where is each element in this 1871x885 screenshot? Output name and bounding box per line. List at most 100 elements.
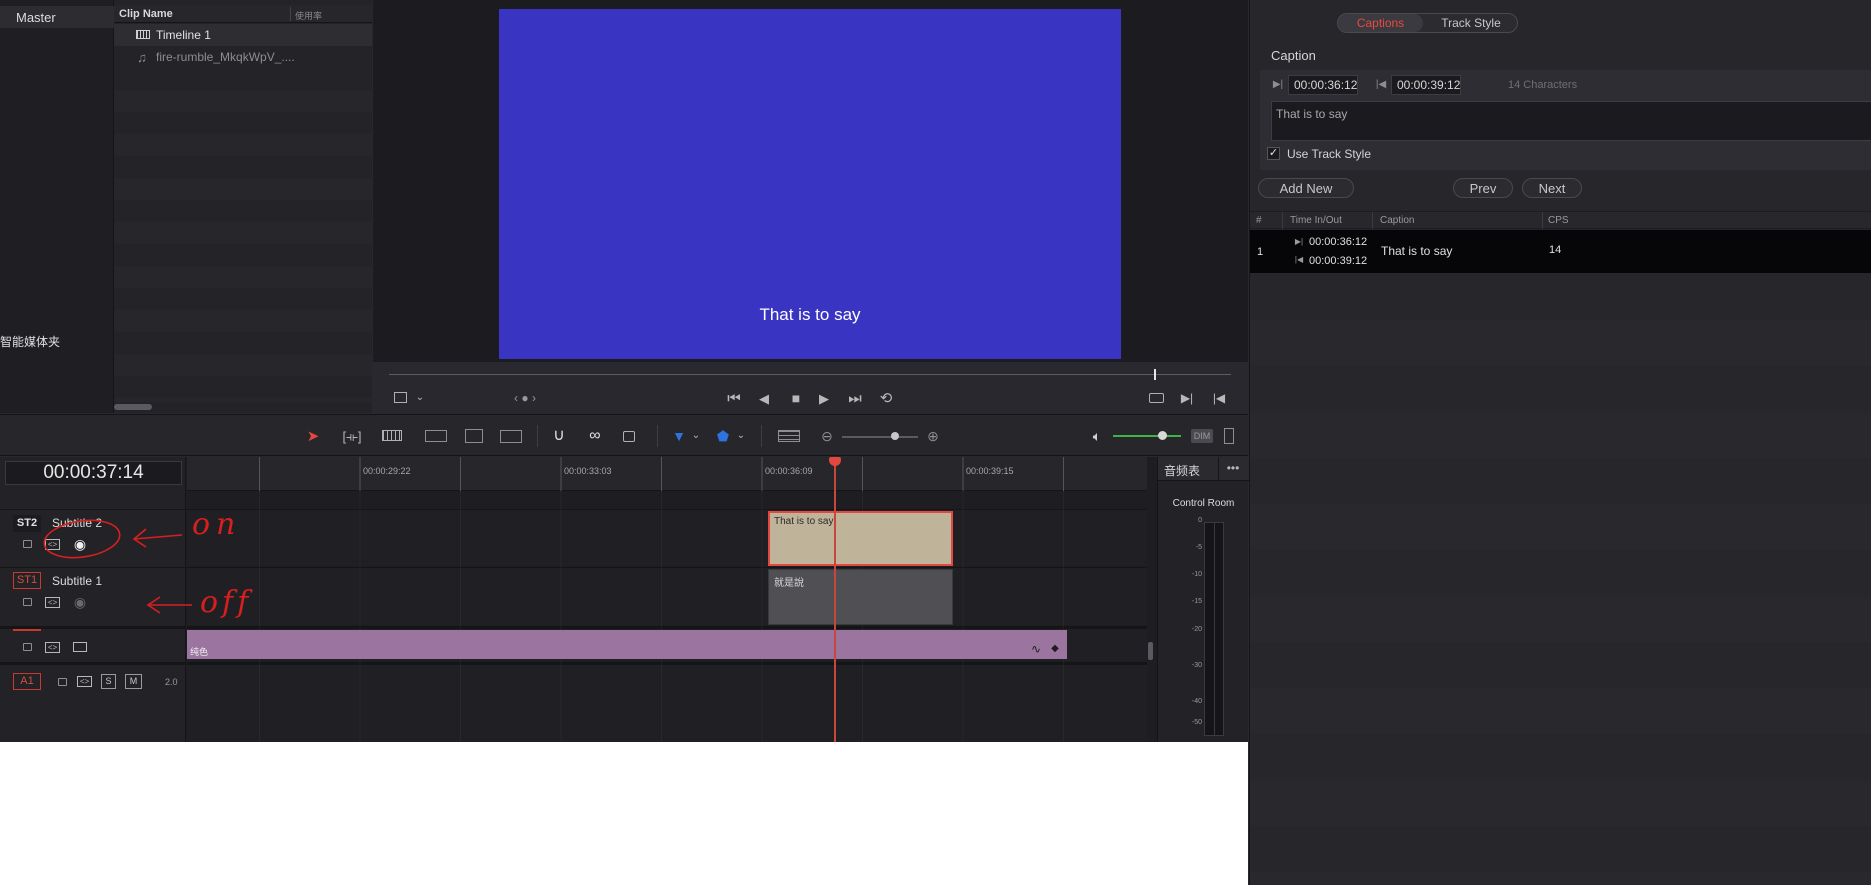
mute-button[interactable]: M [125,674,142,689]
time-in-field[interactable]: 00:00:36:12 [1288,75,1358,95]
annotation-circle [43,519,121,559]
subtitle-clip-st1[interactable]: 就是說 [768,569,953,625]
step-back-icon[interactable]: ◀ [755,389,773,407]
track-display-icon[interactable] [73,642,87,652]
selection-arrow-icon[interactable]: ➤ [305,427,321,445]
track-tag[interactable]: A1 [13,673,41,690]
grid-lines [187,491,1147,742]
caption-list-row[interactable]: 1 ▶| 00:00:36:12 |◀ 00:00:39:12 That is … [1250,230,1871,273]
inspector-panel: Captions Track Style Caption ▶| 00:00:36… [1249,0,1871,885]
media-pool-panel: Master 智能媒体夹 Clip Name 使用率 Timeline 1 ♫ … [0,0,372,413]
annotation-arrow-on [132,528,183,548]
volume-slider[interactable] [1113,435,1181,437]
panel-toggle-icon[interactable] [1224,428,1234,444]
link-icon[interactable]: ∞ [586,427,604,445]
zoom-slider[interactable] [842,436,918,438]
jog-control-icon[interactable]: ‹ ● › [506,390,544,406]
character-count: 14 Characters [1508,79,1578,91]
replace-clip-icon[interactable] [500,430,522,443]
prev-edit-icon[interactable]: |◀ [1210,389,1228,407]
control-room-label: Control Room [1172,498,1235,509]
volume-slider-handle[interactable] [1158,431,1167,440]
vertical-scrollbar[interactable] [1148,642,1153,660]
flag-icon[interactable]: ▼ [672,427,686,445]
clip-text: That is to say [774,516,834,527]
row-time-out: 00:00:39:12 [1309,255,1368,267]
play-icon[interactable]: ▶ [815,389,833,407]
timeline-toolbar: ➤ [⟛] ∪ ∞ ▼ ⌄ ⬟ ⌄ ⊖ ⊕ 🔈︎ DIM [0,414,1248,456]
go-to-end-icon[interactable]: ⏭ [844,389,866,407]
meter-bars [1204,522,1224,736]
bin-master[interactable]: Master [0,6,114,28]
insert-clip-icon[interactable] [425,430,447,442]
loop-icon[interactable]: ⟲ [876,389,896,407]
bin-list: Master 智能媒体夹 [0,0,114,413]
chevron-down-icon[interactable]: ⌄ [735,427,747,445]
scrub-handle[interactable] [1154,369,1156,380]
next-edit-icon[interactable]: ▶| [1178,389,1196,407]
lock-icon[interactable] [23,643,32,651]
viewer-controls-bar [373,362,1248,413]
solo-button[interactable]: S [101,674,116,689]
zoom-in-icon[interactable]: ⊕ [926,427,940,445]
time-out-field[interactable]: 00:00:39:12 [1391,75,1461,95]
use-track-style-checkbox[interactable]: ✓ [1267,147,1280,160]
col-clip-name[interactable]: Clip Name [119,8,173,20]
auto-select-icon[interactable]: <> [77,676,92,687]
next-button[interactable]: Next [1522,178,1582,198]
curve-icon[interactable]: ∿ [1029,642,1043,656]
music-note-icon: ♫ [137,49,147,65]
prev-button[interactable]: Prev [1453,178,1513,198]
meter-scale: 0 -5 -10 -15 -20 -30 -40 -50 [1191,517,1202,726]
playhead[interactable] [834,457,836,742]
viewer-size-icon[interactable] [394,392,407,403]
keyframe-icon[interactable]: ◆ [1049,642,1061,656]
ruler-label: 00:00:39:15 [966,466,1014,476]
col-usage[interactable]: 使用率 [295,9,322,22]
go-to-start-icon[interactable]: ⏮ [723,389,745,407]
audio-meter-panel: 音频表 ••• Control Room 0 -5 -10 -15 -20 -3… [1157,457,1249,742]
blade-icon[interactable] [382,430,402,441]
channel-format: 2.0 [165,677,178,687]
scrub-bar[interactable] [389,369,1231,380]
caption-text-field[interactable]: That is to say [1271,101,1871,141]
subtitle-clip-st2[interactable]: That is to say [768,511,953,566]
more-options-icon[interactable]: ••• [1224,460,1242,476]
time-out-icon: |◀ [1375,79,1387,90]
zoom-slider-handle[interactable] [891,432,899,440]
tab-captions[interactable]: Captions [1338,14,1423,32]
lock-icon[interactable] [58,678,67,686]
trim-mode-icon[interactable]: [⟛] [340,427,364,445]
clip-name: fire-rumble_MkqkWpV_.... [156,50,295,64]
stop-icon[interactable]: ■ [787,389,805,407]
clip-text: 纯色 [190,647,209,657]
ruler-label: 00:00:33:03 [564,466,612,476]
time-in-icon: ▶| [1272,79,1284,90]
timeline-view-options-icon[interactable] [778,430,800,442]
match-frame-icon[interactable] [1149,393,1164,403]
overwrite-clip-icon[interactable] [465,429,483,443]
zoom-out-icon[interactable]: ⊖ [820,427,834,445]
auto-select-icon[interactable]: <> [45,642,60,653]
time-in-icon: ▶| [1294,237,1304,246]
dim-button[interactable]: DIM [1191,429,1213,443]
use-track-style-label: Use Track Style [1287,147,1372,161]
position-lock-icon[interactable] [623,431,635,442]
add-new-button[interactable]: Add New [1258,178,1354,198]
clip-row[interactable]: ♫ fire-rumble_MkqkWpV_.... [114,46,372,68]
tab-track-style[interactable]: Track Style [1425,14,1517,32]
clip-list-header: Clip Name 使用率 [114,5,372,23]
row-caption: That is to say [1381,244,1453,258]
horizontal-scrollbar[interactable] [114,404,152,410]
smart-bins-label[interactable]: 智能媒体夹 [0,333,60,350]
audio-meter-header: 音频表 ••• [1158,457,1249,481]
speaker-icon[interactable]: 🔈︎ [1088,427,1106,445]
track-header-a1: A1 <> S M 2.0 [0,662,186,702]
clip-row[interactable]: Timeline 1 [114,24,372,46]
annotation-arrow-off [146,596,192,614]
row-number: 1 [1257,246,1264,258]
marker-icon[interactable]: ⬟ [716,427,730,445]
chevron-down-icon[interactable]: ⌄ [690,427,702,445]
snapping-magnet-icon[interactable]: ∪ [550,427,568,445]
chevron-down-icon[interactable]: ⌄ [414,391,426,405]
